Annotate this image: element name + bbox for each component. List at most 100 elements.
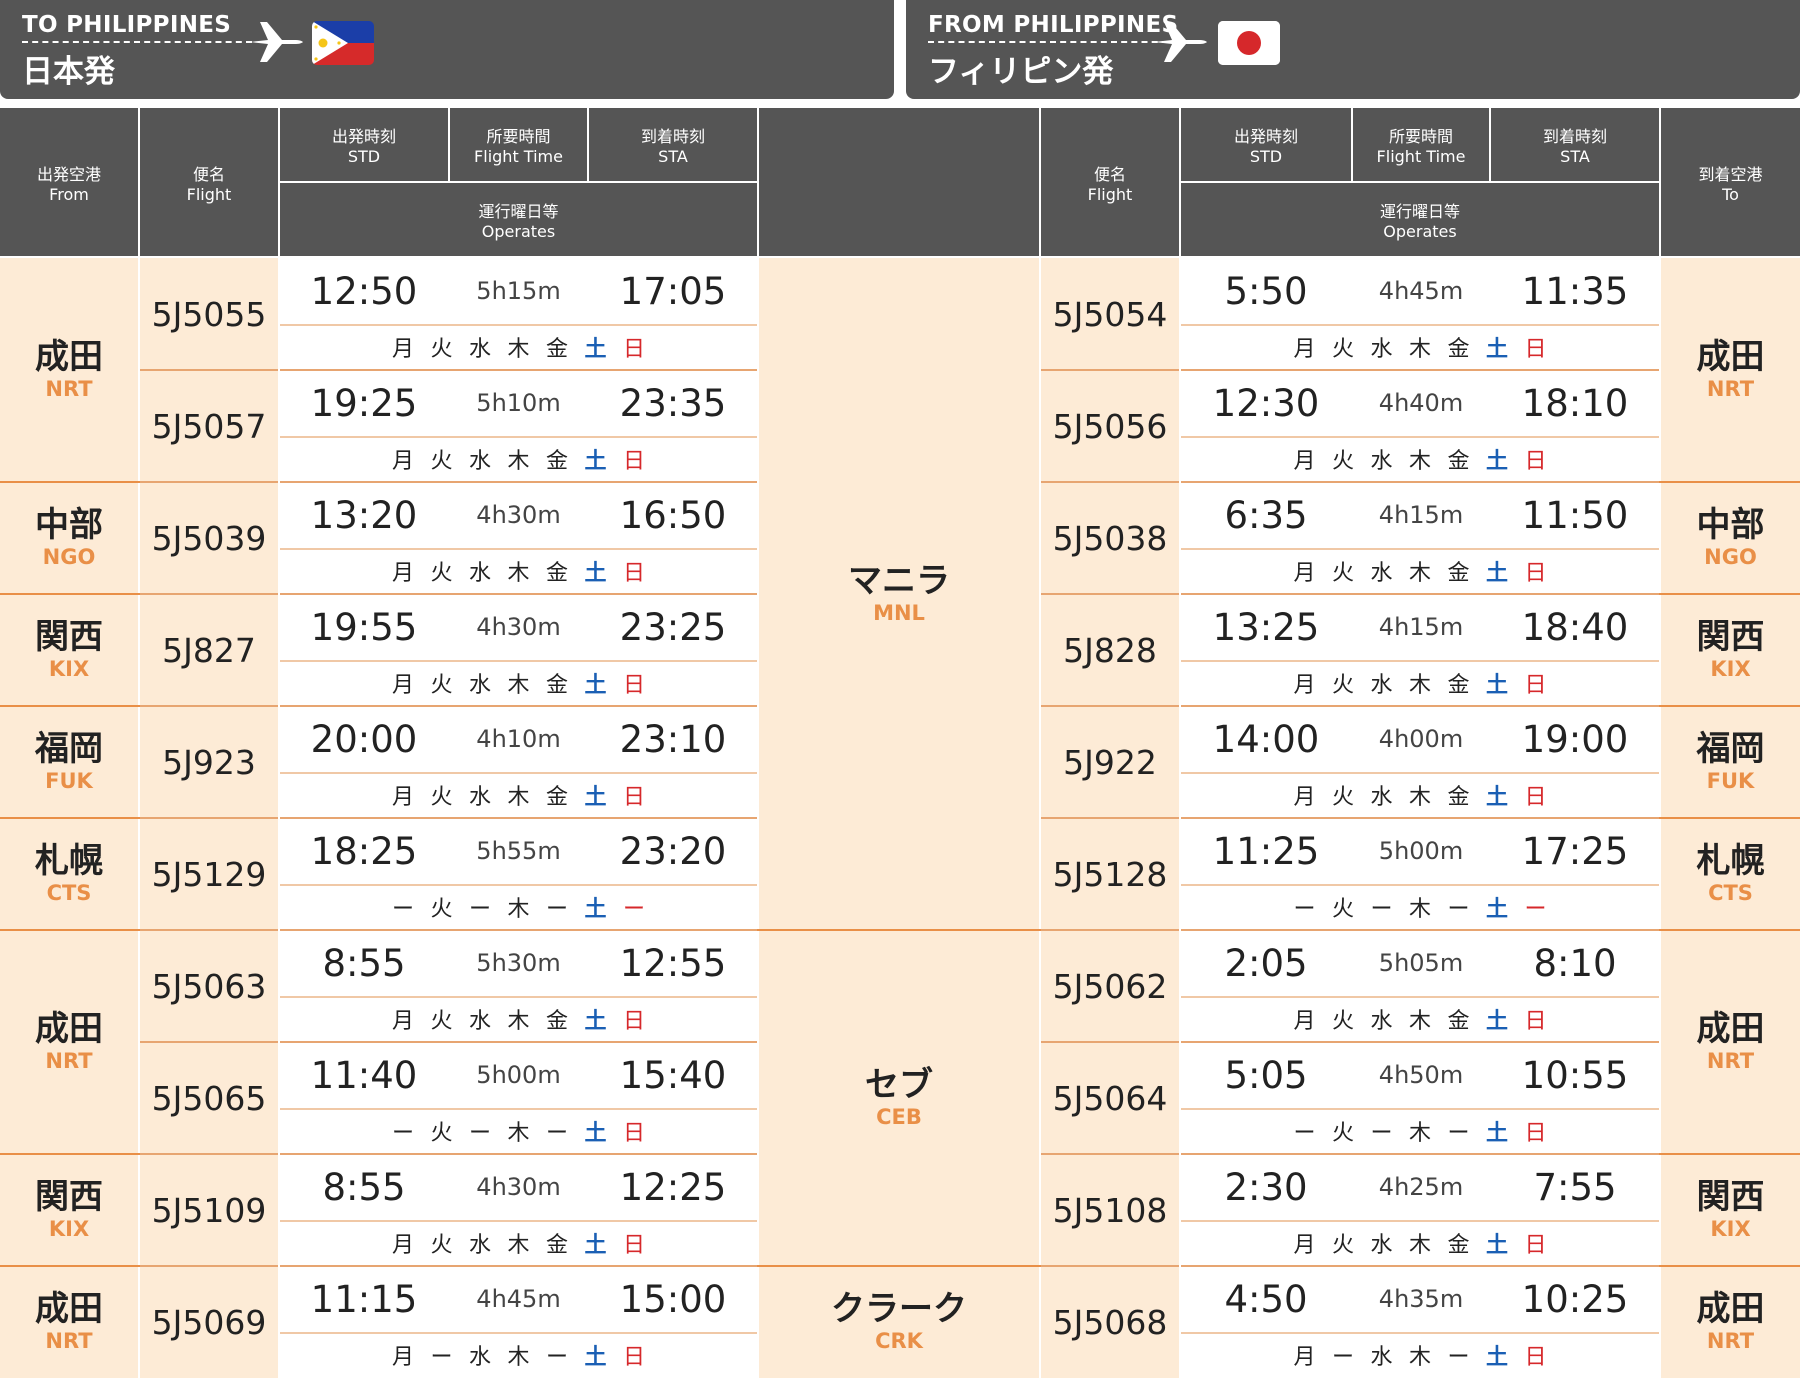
airport-code: NGO [42, 545, 96, 569]
group-divider [757, 929, 1041, 931]
weekday-mark: 木 [1408, 1009, 1431, 1034]
weekday-mark: 月 [1293, 673, 1316, 698]
destination-name: セブ [865, 1065, 933, 1105]
weekday-mark: 日 [1524, 1233, 1547, 1258]
return-operating-days: 月火水木金土日 [1181, 436, 1659, 482]
return-sta: 19:00 [1521, 717, 1629, 761]
return-operating-days: ー火ー木ー土日 [1181, 1108, 1659, 1154]
destination-code: MNL [873, 601, 925, 625]
header-divider [1039, 108, 1041, 256]
weekday-mark: ー [545, 1345, 568, 1370]
arrival-airport: 中部 NGO [1661, 482, 1800, 594]
weekday-mark: 木 [1408, 561, 1431, 586]
weekday-mark: 水 [468, 673, 491, 698]
group-divider [1659, 593, 1800, 595]
weekday-mark: 水 [1370, 561, 1393, 586]
airport-code: KIX [1710, 1217, 1751, 1241]
weekday-mark: 水 [468, 337, 491, 362]
weekday-mark: 日 [1524, 785, 1547, 810]
weekday-mark: 木 [507, 1009, 530, 1034]
outbound-operating-days: 月火水木金土日 [280, 996, 757, 1042]
airport-name: 中部 [35, 505, 103, 545]
banner-dashed-line [928, 41, 1178, 43]
destination-name: マニラ [848, 561, 950, 601]
weekday-mark: 日 [622, 785, 645, 810]
weekday-mark: 日 [1524, 1009, 1547, 1034]
departure-airport: 札幌 CTS [0, 818, 138, 930]
departure-airport: 福岡 FUK [0, 706, 138, 818]
group-divider [1659, 481, 1800, 483]
airport-name: 関西 [35, 1177, 103, 1217]
weekday-mark: 木 [1408, 673, 1431, 698]
weekday-mark: ー [1331, 1345, 1354, 1370]
outbound-flight-time: 5h55m [476, 837, 561, 865]
weekday-mark: ー [1447, 1121, 1470, 1146]
weekday-mark: 火 [1331, 785, 1354, 810]
weekday-mark: 日 [1524, 337, 1547, 362]
weekday-mark: 木 [507, 1233, 530, 1258]
airport-name: 福岡 [1696, 729, 1765, 769]
outbound-flight-number: 5J5055 [151, 294, 267, 334]
airport-code: NRT [45, 1329, 93, 1353]
weekday-mark: 木 [1408, 1233, 1431, 1258]
weekday-mark: 土 [584, 673, 607, 698]
return-sta: 18:40 [1521, 605, 1629, 649]
header-std: 出発時刻 STD [331, 127, 396, 166]
outbound-sta: 12:55 [619, 941, 727, 985]
return-flight-time: 4h25m [1378, 1173, 1464, 1201]
weekday-mark: 月 [391, 1233, 414, 1258]
return-std: 11:25 [1212, 829, 1320, 873]
weekday-mark: 火 [430, 673, 453, 698]
weekday-mark: 火 [1331, 337, 1354, 362]
outbound-flight-number: 5J5063 [151, 966, 267, 1006]
outbound-operating-days: 月ー水木ー土日 [280, 1332, 757, 1378]
weekday-mark: ー [468, 1121, 491, 1146]
weekday-mark: 木 [507, 561, 530, 586]
weekday-mark: 水 [1370, 1233, 1393, 1258]
weekday-mark: 日 [1524, 561, 1547, 586]
weekday-mark: 月 [1293, 561, 1316, 586]
weekday-mark: 水 [1370, 1345, 1393, 1370]
return-sta: 11:35 [1521, 269, 1629, 313]
weekday-mark: 水 [1370, 449, 1393, 474]
return-flight-time: 4h15m [1378, 501, 1464, 529]
outbound-operating-days: 月火水木金土日 [280, 1220, 757, 1266]
weekday-mark: 水 [1370, 1009, 1393, 1034]
return-flight-time: 4h00m [1378, 725, 1464, 753]
outbound-flight-number: 5J923 [162, 742, 256, 782]
outbound-flight-time: 5h10m [476, 389, 561, 417]
outbound-flight-time: 4h30m [476, 1173, 561, 1201]
header-std: 出発時刻 STD [1233, 127, 1298, 166]
header-flight-time: 所要時間 Flight Time [474, 127, 563, 166]
weekday-mark: 月 [391, 449, 414, 474]
weekday-mark: ー [391, 897, 414, 922]
weekday-mark: 日 [622, 1121, 645, 1146]
weekday-mark: ー [1447, 897, 1470, 922]
weekday-mark: 土 [584, 1121, 607, 1146]
weekday-mark: 木 [507, 1345, 530, 1370]
weekday-mark: 土 [1485, 561, 1508, 586]
departure-airport: 関西 KIX [0, 1154, 138, 1266]
weekday-mark: ー [545, 1121, 568, 1146]
destination-airport: クラーク CRK [759, 1266, 1039, 1378]
header-divider [1181, 181, 1659, 183]
weekday-mark: 日 [622, 1345, 645, 1370]
weekday-mark: 水 [468, 1233, 491, 1258]
weekday-mark: 日 [622, 673, 645, 698]
weekday-mark: 水 [468, 1345, 491, 1370]
header-to: 到着空港 To [1698, 164, 1763, 204]
return-flight-number: 5J5038 [1052, 518, 1168, 558]
airport-name: 成田 [1696, 1009, 1765, 1049]
weekday-mark: 木 [1408, 449, 1431, 474]
airport-name: 関西 [1696, 1177, 1765, 1217]
return-operating-days: ー火ー木ー土ー [1181, 884, 1659, 930]
weekday-mark: 土 [584, 337, 607, 362]
weekday-mark: 水 [1370, 673, 1393, 698]
outbound-operating-days: 月火水木金土日 [280, 324, 757, 370]
weekday-mark: 水 [1370, 337, 1393, 362]
weekday-mark: ー [545, 897, 568, 922]
header-sta: 到着時刻 STA [640, 127, 705, 166]
outbound-flight-time: 4h30m [476, 501, 561, 529]
weekday-mark: 金 [545, 1233, 568, 1258]
outbound-sta: 15:00 [619, 1277, 727, 1321]
